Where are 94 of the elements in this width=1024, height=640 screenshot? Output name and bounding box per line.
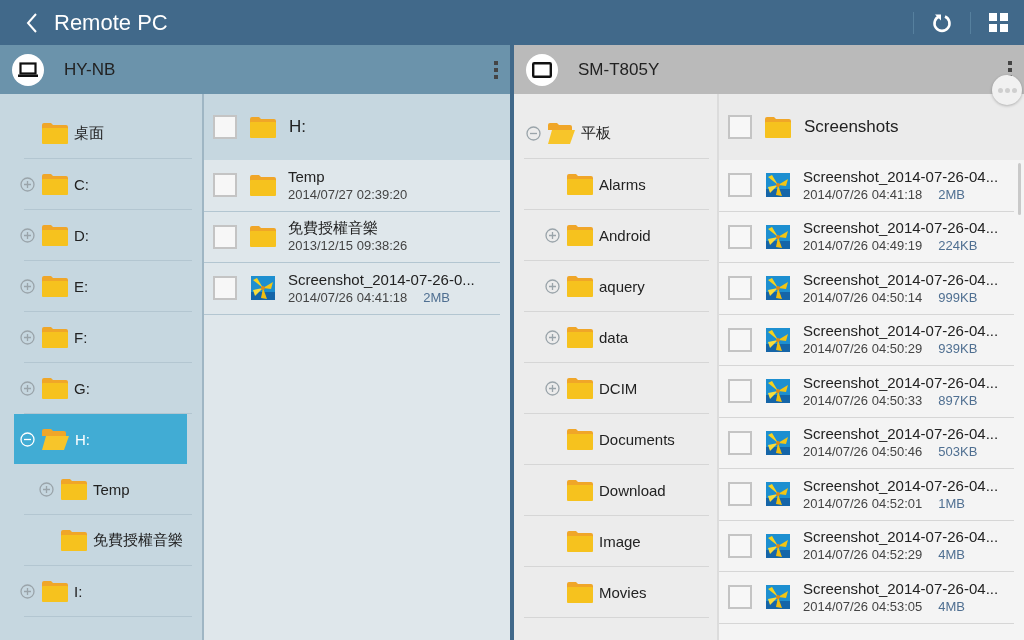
tablet-icon [532, 61, 552, 78]
file-date: 2014/07/27 02:39:20 [288, 185, 408, 204]
file-size: 897KB [938, 391, 978, 410]
laptop-icon [18, 62, 38, 77]
file-date: 2014/07/26 04:53:05 [803, 597, 923, 616]
file-name: Screenshot_2014-07-26-0... [288, 269, 475, 289]
tree-item[interactable]: Alarms [520, 159, 710, 209]
file-size: 1MB [938, 494, 965, 513]
select-all-checkbox[interactable] [728, 115, 752, 139]
file-size: 224KB [938, 237, 978, 256]
file-date: 2014/07/26 04:41:18 [288, 288, 408, 307]
file-date: 2014/07/26 04:50:33 [803, 391, 923, 410]
file-name: Screenshot_2014-07-26-04... [803, 218, 999, 238]
tree-item[interactable]: 桌面 [14, 108, 187, 158]
file-date: 2014/07/26 04:50:14 [803, 288, 923, 307]
expand-icon[interactable] [545, 329, 560, 345]
tree-item[interactable]: D: [14, 210, 187, 260]
file-date: 2014/07/26 04:52:01 [803, 494, 923, 513]
file-checkbox[interactable] [728, 327, 752, 352]
expand-icon[interactable] [20, 278, 35, 294]
file-size: 4MB [938, 546, 965, 565]
tree-item[interactable]: 平板 [520, 108, 710, 158]
file-checkbox[interactable] [213, 173, 237, 198]
file-checkbox[interactable] [728, 224, 752, 249]
file-name: Screenshot_2014-07-26-04... [803, 321, 999, 341]
file-size: 503KB [938, 443, 978, 462]
file-checkbox[interactable] [213, 276, 237, 301]
tree-item[interactable]: Android [520, 210, 710, 260]
tree-item[interactable]: 免費授權音樂 [14, 515, 187, 565]
file-size: 2MB [938, 185, 965, 204]
file-checkbox[interactable] [728, 173, 752, 198]
file-date: 2014/07/26 04:50:29 [803, 340, 923, 359]
current-folder-name: Screenshots [804, 117, 899, 137]
file-date: 2014/07/26 04:41:18 [803, 185, 923, 204]
device-name: SM-T805Y [578, 59, 661, 80]
tree-item[interactable]: Temp [14, 464, 187, 514]
tree-item[interactable]: F: [14, 312, 187, 362]
file-name: Screenshot_2014-07-26-04... [803, 166, 999, 186]
refresh-icon [932, 12, 952, 33]
tree-item[interactable]: C: [14, 159, 187, 209]
tree-item[interactable]: Documents [520, 414, 710, 464]
file-name: Screenshot_2014-07-26-04... [803, 269, 999, 289]
tree-item[interactable]: data [520, 312, 710, 362]
scrollbar[interactable] [1018, 163, 1021, 215]
file-checkbox[interactable] [728, 276, 752, 301]
file-date: 2014/07/26 04:52:29 [803, 546, 923, 565]
file-name: Temp [288, 166, 326, 186]
tree-item[interactable]: Image [520, 516, 710, 566]
tree-item[interactable]: E: [14, 261, 187, 311]
file-date: 2014/07/26 04:50:46 [803, 443, 923, 462]
file-name: Screenshot_2014-07-26-04... [803, 527, 999, 547]
file-size: 2MB [423, 288, 450, 307]
expand-icon[interactable] [20, 176, 35, 192]
file-name: Screenshot_2014-07-26-04... [803, 578, 999, 598]
expand-icon[interactable] [39, 481, 54, 497]
tree-item[interactable]: I: [14, 566, 187, 616]
file-checkbox[interactable] [728, 379, 752, 404]
file-date: 2014/07/26 04:49:19 [803, 237, 923, 256]
device-name: HY-NB [64, 59, 117, 80]
expand-icon[interactable] [20, 380, 35, 396]
file-size: 939KB [938, 340, 978, 359]
folder-icon [250, 116, 276, 138]
collapse-icon[interactable] [526, 125, 541, 141]
current-folder-name: H: [289, 117, 306, 137]
tree-item[interactable]: Download [520, 465, 710, 515]
file-size: 999KB [938, 288, 978, 307]
folder-icon [765, 116, 791, 138]
tree-item[interactable]: DCIM [520, 363, 710, 413]
tree-item[interactable]: aquery [520, 261, 710, 311]
file-checkbox[interactable] [728, 482, 752, 507]
app-title: Remote PC [54, 9, 169, 36]
file-name: 免費授權音樂 [288, 218, 379, 238]
file-date: 2013/12/15 09:38:26 [288, 237, 408, 256]
file-name: Screenshot_2014-07-26-04... [803, 475, 999, 495]
tree-item[interactable]: G: [14, 363, 187, 413]
expand-icon[interactable] [20, 329, 35, 345]
expand-icon[interactable] [545, 227, 560, 243]
file-name: Screenshot_2014-07-26-04... [803, 424, 999, 444]
folder-icon [250, 174, 276, 196]
file-checkbox[interactable] [728, 533, 752, 558]
tree-item[interactable]: Movies [520, 567, 710, 617]
expand-icon[interactable] [545, 380, 560, 396]
file-checkbox[interactable] [728, 585, 752, 610]
file-checkbox[interactable] [213, 224, 237, 249]
file-size: 4MB [938, 597, 965, 616]
back-icon [26, 12, 38, 33]
file-checkbox[interactable] [728, 430, 752, 455]
expand-icon[interactable] [20, 583, 35, 599]
file-name: Screenshot_2014-07-26-04... [803, 372, 999, 392]
select-all-checkbox[interactable] [213, 115, 237, 139]
folder-icon [250, 226, 276, 248]
expand-icon[interactable] [545, 278, 560, 294]
expand-icon[interactable] [20, 227, 35, 243]
grid-icon [989, 13, 1008, 32]
